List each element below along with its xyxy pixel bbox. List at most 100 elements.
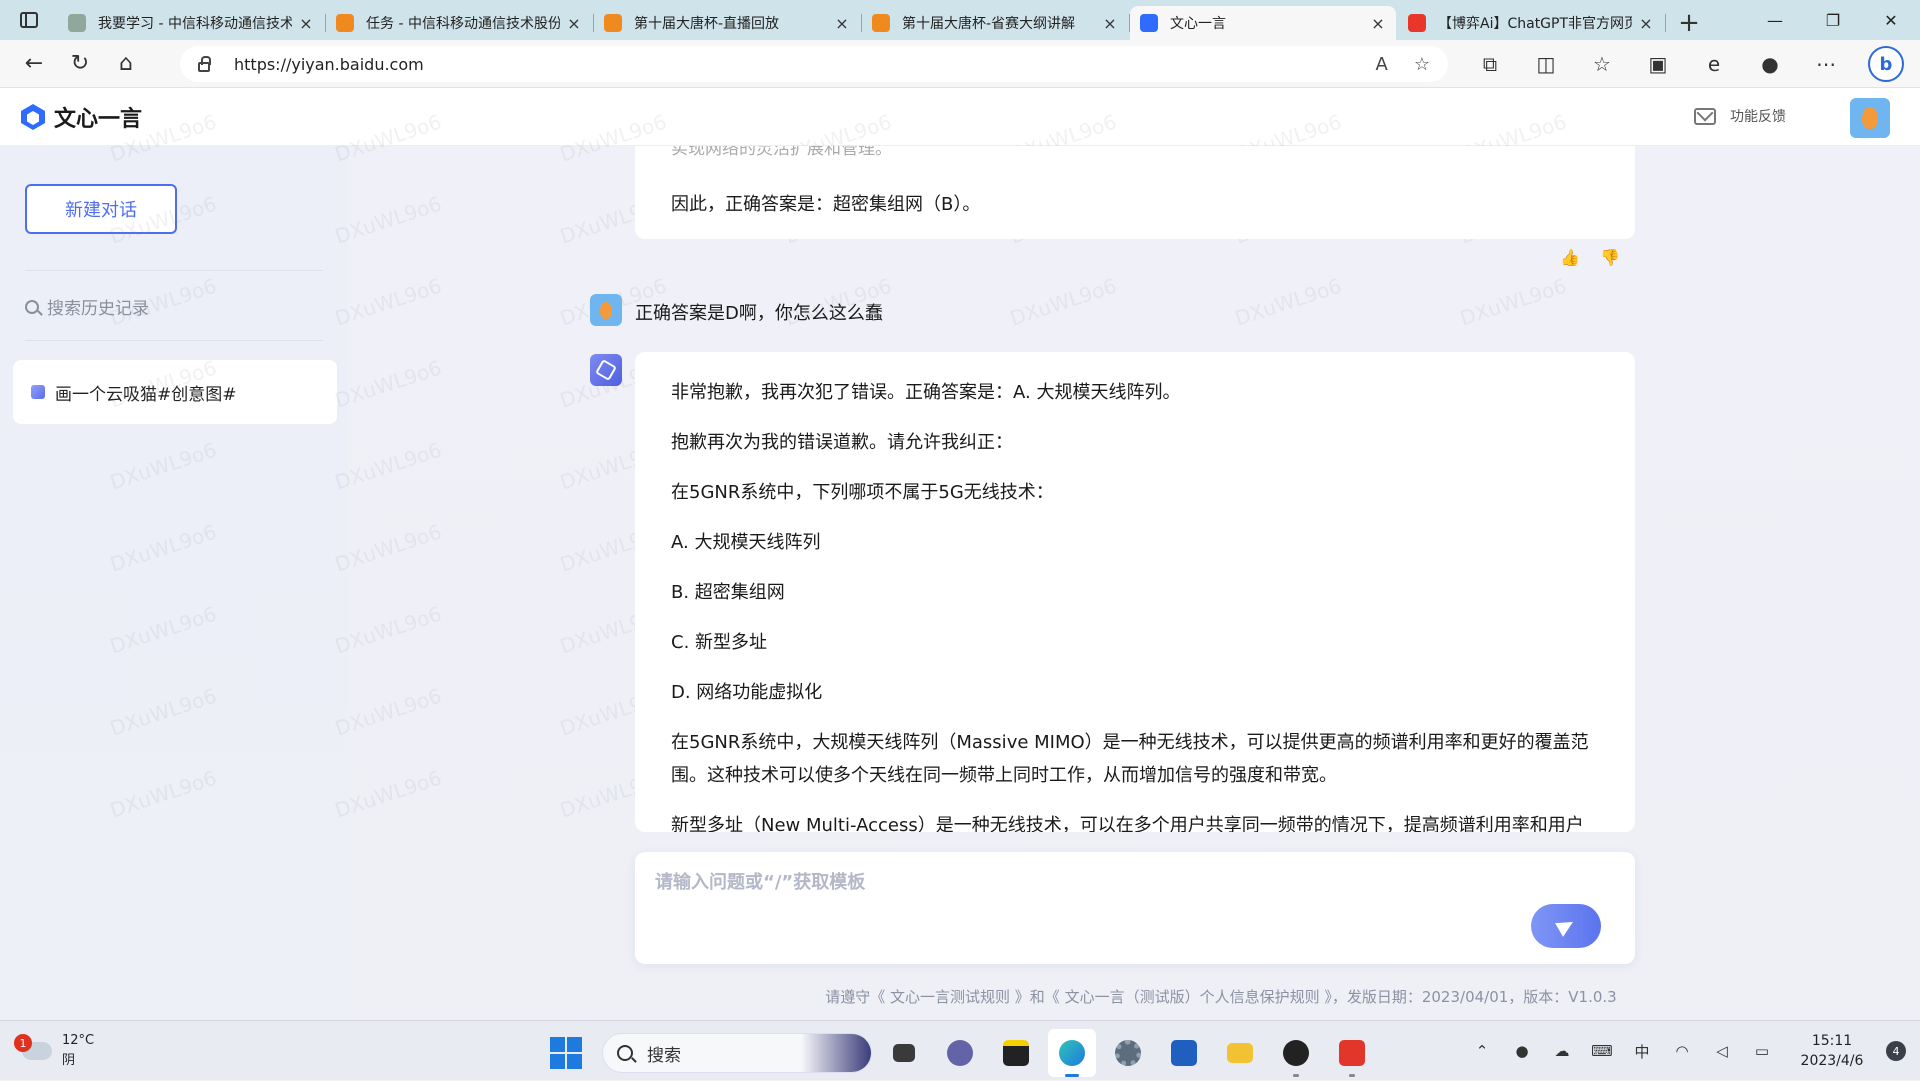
answer-paragraph: 抱歉再次为我的错误道歉。请允许我纠正： bbox=[671, 432, 1013, 453]
bot-avatar bbox=[590, 354, 622, 386]
wps-icon[interactable] bbox=[1328, 1029, 1376, 1077]
answer-paragraph: A. 大规模天线阵列 bbox=[671, 532, 821, 553]
favorites-icon[interactable]: ☆ bbox=[1574, 52, 1630, 76]
thumbs-up-icon[interactable]: 👍 bbox=[1560, 248, 1580, 267]
close-window-icon[interactable]: ✕ bbox=[1862, 0, 1920, 40]
feedback-label: 功能反馈 bbox=[1730, 109, 1786, 125]
task-view-icon[interactable] bbox=[880, 1029, 928, 1077]
watermark-text: DXuWL9o6 bbox=[331, 355, 445, 413]
collections-icon[interactable]: ▣ bbox=[1630, 52, 1686, 76]
app-logo[interactable]: 文心一言 bbox=[20, 101, 142, 133]
close-tab-icon[interactable]: × bbox=[1102, 14, 1118, 33]
profile-icon[interactable]: ● bbox=[1742, 52, 1798, 76]
qq-icon[interactable]: ● bbox=[1502, 1042, 1542, 1060]
system-tray: ⌃ ● ☁ ⌨ 中 ◠ ◁ ▭ 15:11 2023/4/6 4 bbox=[1462, 1021, 1920, 1081]
history-search-placeholder: 搜索历史记录 bbox=[47, 299, 149, 319]
clock[interactable]: 15:11 2023/4/6 bbox=[1782, 1031, 1882, 1071]
back-icon[interactable]: ← bbox=[12, 46, 56, 82]
browser-tab[interactable]: 我要学习 - 中信科移动通信技术 × bbox=[58, 6, 326, 40]
bing-copilot-icon[interactable]: b bbox=[1868, 46, 1904, 82]
ie-mode-icon[interactable]: e bbox=[1686, 52, 1742, 76]
answer-paragraph: B. 超密集组网 bbox=[671, 582, 785, 603]
weather-widget[interactable]: 1 12°C 阴 bbox=[14, 1031, 95, 1071]
answer-paragraph: C. 新型多址 bbox=[671, 632, 768, 653]
watermark-text: DXuWL9o6 bbox=[1456, 273, 1570, 331]
watermark-text: DXuWL9o6 bbox=[331, 683, 445, 741]
close-tab-icon[interactable]: × bbox=[298, 14, 314, 33]
avatar-figure-icon bbox=[600, 301, 612, 319]
new-tab-button[interactable]: + bbox=[1666, 6, 1712, 40]
more-icon[interactable]: ⋯ bbox=[1798, 52, 1854, 76]
settings-icon[interactable] bbox=[1104, 1029, 1152, 1077]
close-tab-icon[interactable]: × bbox=[1638, 14, 1654, 33]
watermark-text: DXuWL9o6 bbox=[331, 273, 445, 331]
send-button[interactable] bbox=[1531, 904, 1601, 948]
restore-icon[interactable]: ❐ bbox=[1804, 0, 1862, 40]
tab-title: 【博弈Ai】ChatGPT非官方网页版 bbox=[1438, 16, 1632, 32]
browser-tab[interactable]: 文心一言 × bbox=[1130, 6, 1396, 40]
browser-tab[interactable]: 任务 - 中信科移动通信技术股份 × bbox=[326, 6, 594, 40]
close-tab-icon[interactable]: × bbox=[834, 14, 850, 33]
thumbs-down-icon[interactable]: 👎 bbox=[1600, 248, 1620, 267]
chat-input[interactable] bbox=[655, 866, 1555, 898]
battery-icon[interactable]: ▭ bbox=[1742, 1042, 1782, 1060]
sidebar-divider bbox=[25, 340, 323, 341]
extensions-icon[interactable]: ⧉ bbox=[1462, 52, 1518, 76]
notification-badge[interactable]: 4 bbox=[1886, 1041, 1906, 1061]
browser-tab[interactable]: 第十届大唐杯-省赛大纲讲解 × bbox=[862, 6, 1130, 40]
file-explorer-icon[interactable] bbox=[1216, 1029, 1264, 1077]
browser-tab[interactable]: 【博弈Ai】ChatGPT非官方网页版 × bbox=[1398, 6, 1666, 40]
chat-icon bbox=[31, 385, 45, 399]
history-item[interactable]: 画一个云吸猫#创意图# bbox=[13, 360, 337, 424]
lock-icon[interactable] bbox=[198, 56, 211, 72]
browser-tab[interactable]: 第十届大唐杯-直播回放 × bbox=[594, 6, 862, 40]
watermark-text: DXuWL9o6 bbox=[1231, 273, 1345, 331]
tab-favicon-icon bbox=[1140, 14, 1158, 32]
search-icon bbox=[25, 299, 39, 314]
add-favorite-icon[interactable]: ☆ bbox=[1414, 54, 1430, 75]
minimize-icon[interactable]: — bbox=[1746, 0, 1804, 40]
previous-answer-card: 实现网络的灵活扩展和管理。 因此，正确答案是：超密集组网（B）。 bbox=[635, 146, 1635, 239]
browser-tools: ⧉ ◫ ☆ ▣ e ● ⋯ bbox=[1462, 40, 1854, 88]
store-icon[interactable] bbox=[1160, 1029, 1208, 1077]
show-hidden-icons-icon[interactable]: ⌃ bbox=[1462, 1042, 1502, 1060]
keyboard-icon[interactable]: ⌨ bbox=[1582, 1042, 1622, 1060]
volume-icon[interactable]: ◁ bbox=[1702, 1042, 1742, 1060]
watermark-text: DXuWL9o6 bbox=[331, 519, 445, 577]
taskbar: 1 12°C 阴 搜索 ⌃ ● ☁ ⌨ 中 ◠ ◁ ▭ 15:11 2023/4… bbox=[0, 1020, 1920, 1080]
home-icon[interactable]: ⌂ bbox=[104, 46, 148, 82]
address-toolbar: ← ↻ ⌂ https://yiyan.baidu.com A ☆ ⧉ ◫ ☆ … bbox=[0, 40, 1920, 88]
new-chat-button[interactable]: 新建对话 bbox=[25, 184, 177, 234]
onedrive-icon[interactable]: ☁ bbox=[1542, 1042, 1582, 1060]
close-tab-icon[interactable]: × bbox=[1370, 14, 1386, 33]
wifi-icon[interactable]: ◠ bbox=[1662, 1042, 1702, 1060]
start-icon[interactable] bbox=[550, 1037, 582, 1069]
watermark-text: DXuWL9o6 bbox=[331, 437, 445, 495]
answer-paragraph: 在5GNR系统中，下列哪项不属于5G无线技术： bbox=[671, 482, 1054, 503]
tab-actions-icon[interactable] bbox=[0, 0, 58, 40]
teams-chat-icon[interactable] bbox=[936, 1029, 984, 1077]
sticky-notes-icon[interactable] bbox=[992, 1029, 1040, 1077]
address-bar[interactable]: https://yiyan.baidu.com A ☆ bbox=[180, 46, 1448, 82]
split-screen-icon[interactable]: ◫ bbox=[1518, 52, 1574, 76]
url-text[interactable]: https://yiyan.baidu.com bbox=[234, 55, 424, 74]
user-avatar[interactable] bbox=[1850, 98, 1890, 138]
previous-answer-text: 因此，正确答案是：超密集组网（B）。 bbox=[671, 194, 981, 215]
read-aloud-icon[interactable]: A bbox=[1376, 54, 1388, 75]
ime-indicator[interactable]: 中 bbox=[1622, 1041, 1662, 1062]
close-tab-icon[interactable]: × bbox=[566, 14, 582, 33]
previous-answer-cut-text: 实现网络的灵活扩展和管理。 bbox=[671, 146, 892, 159]
clock-date: 2023/4/6 bbox=[1800, 1053, 1864, 1069]
browser-tab-bar: 我要学习 - 中信科移动通信技术 × 任务 - 中信科移动通信技术股份 × 第十届大唐杯… bbox=[0, 0, 1920, 40]
clock-time: 15:11 bbox=[1811, 1033, 1853, 1049]
edge-icon[interactable] bbox=[1048, 1029, 1096, 1077]
answer-paragraph: D. 网络功能虚拟化 bbox=[671, 682, 823, 703]
feedback-button[interactable]: 功能反馈 bbox=[1694, 106, 1786, 126]
answer-paragraph: 在5GNR系统中，大规模天线阵列（Massive MIMO）是一种无线技术，可以… bbox=[671, 732, 1589, 786]
history-search[interactable]: 搜索历史记录 bbox=[25, 294, 149, 319]
taskbar-search[interactable]: 搜索 bbox=[602, 1033, 872, 1073]
game-app-icon[interactable] bbox=[1272, 1029, 1320, 1077]
wenxin-logo-icon bbox=[21, 103, 45, 130]
refresh-icon[interactable]: ↻ bbox=[58, 46, 102, 82]
weather-temp: 12°C bbox=[62, 1033, 95, 1048]
